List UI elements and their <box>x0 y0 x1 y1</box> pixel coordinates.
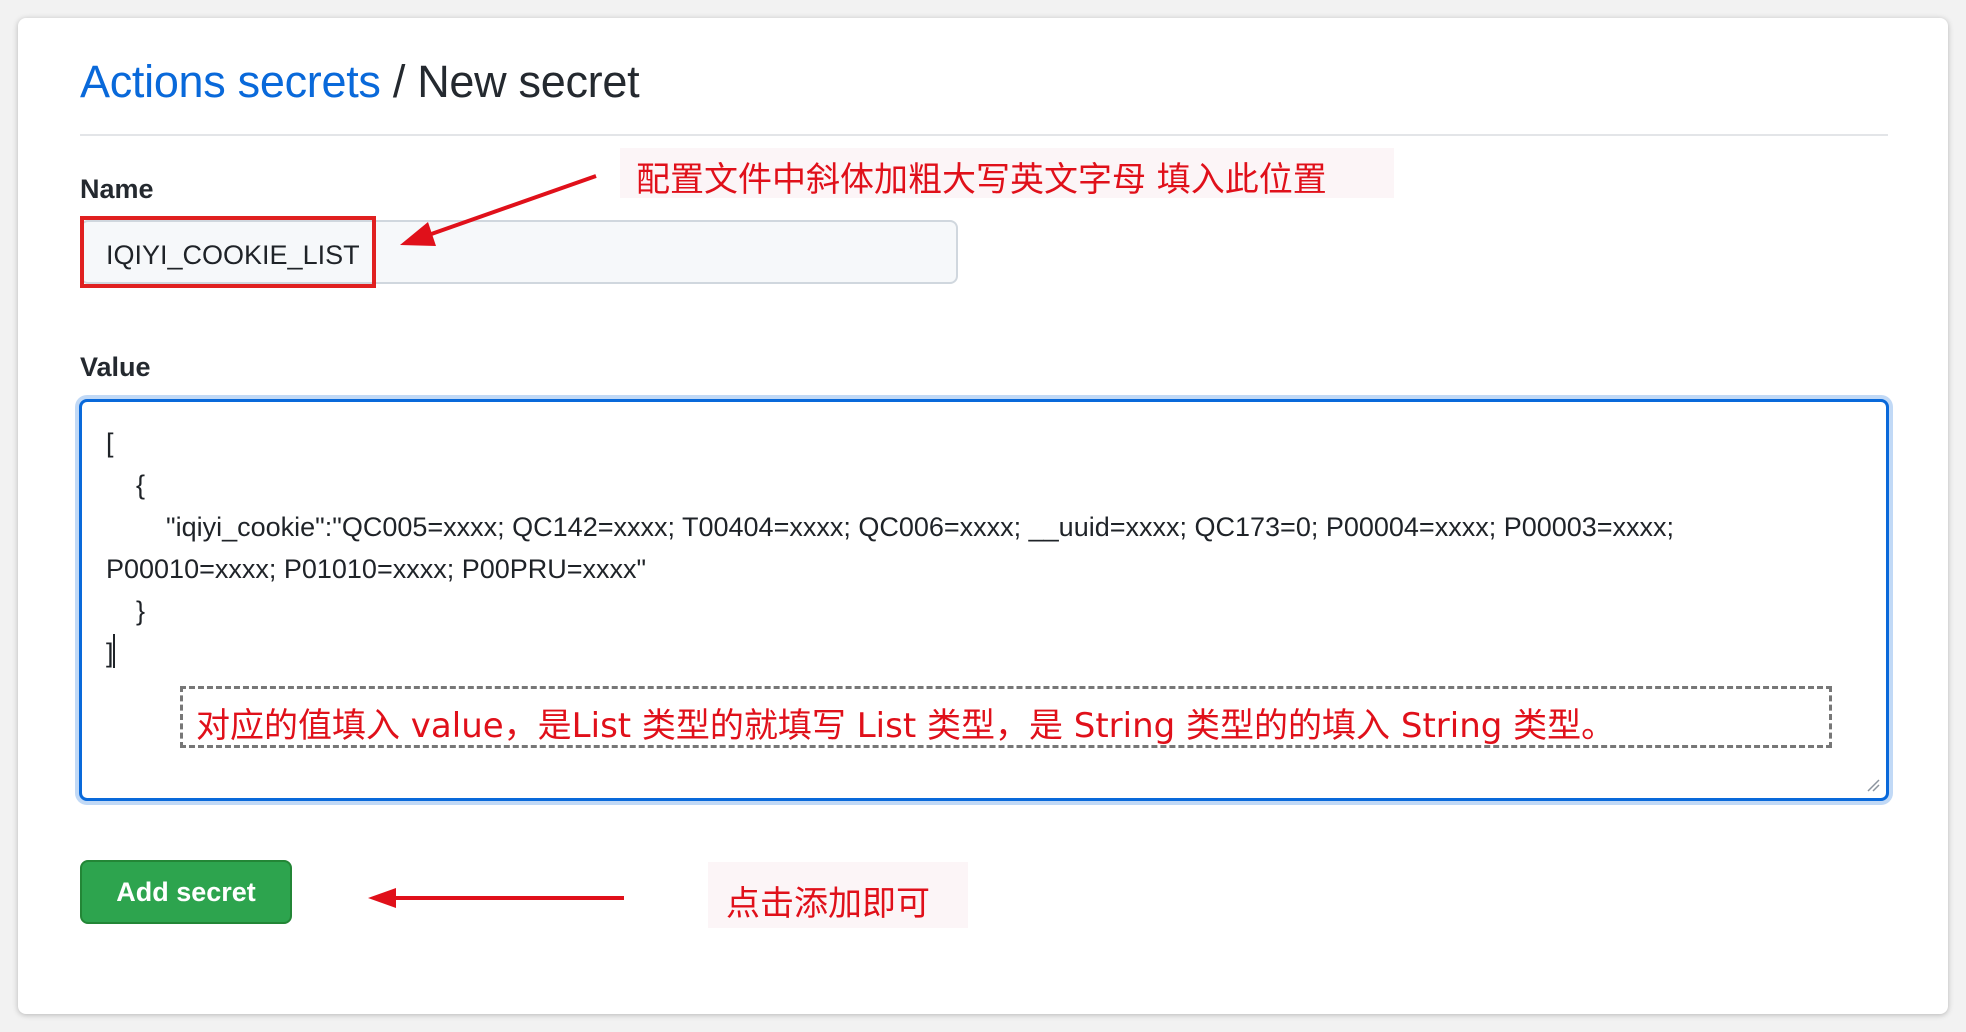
name-annotation: 配置文件中斜体加粗大写英文字母 填入此位置 <box>636 160 1327 200</box>
value-label: Value <box>80 352 151 382</box>
name-input-value: IQIYI_COOKIE_LIST <box>106 240 360 270</box>
button-annotation: 点击添加即可 <box>726 884 930 924</box>
page-title-text: New secret <box>417 56 640 107</box>
value-line: "iqiyi_cookie":"QC005=xxxx; QC142=xxxx; … <box>106 512 1675 542</box>
name-label: Name <box>80 174 154 204</box>
breadcrumb-actions-secrets-link[interactable]: Actions secrets <box>80 56 381 107</box>
text-caret <box>113 634 115 668</box>
resize-handle-icon[interactable] <box>1866 778 1880 792</box>
breadcrumb-separator: / <box>380 56 418 107</box>
value-line: { <box>106 470 146 500</box>
value-line: P00010=xxxx; P01010=xxxx; P00PRU=xxxx" <box>106 554 647 584</box>
header-divider <box>80 134 1888 136</box>
value-line: } <box>106 596 146 626</box>
value-line: [ <box>106 428 114 458</box>
name-input[interactable]: IQIYI_COOKIE_LIST <box>80 220 958 284</box>
page-title: Actions secrets / New secret <box>80 56 640 108</box>
add-secret-button[interactable]: Add secret <box>80 860 292 924</box>
value-annotation: 对应的值填入 value，是List 类型的就填写 List 类型，是 Stri… <box>196 706 1616 746</box>
